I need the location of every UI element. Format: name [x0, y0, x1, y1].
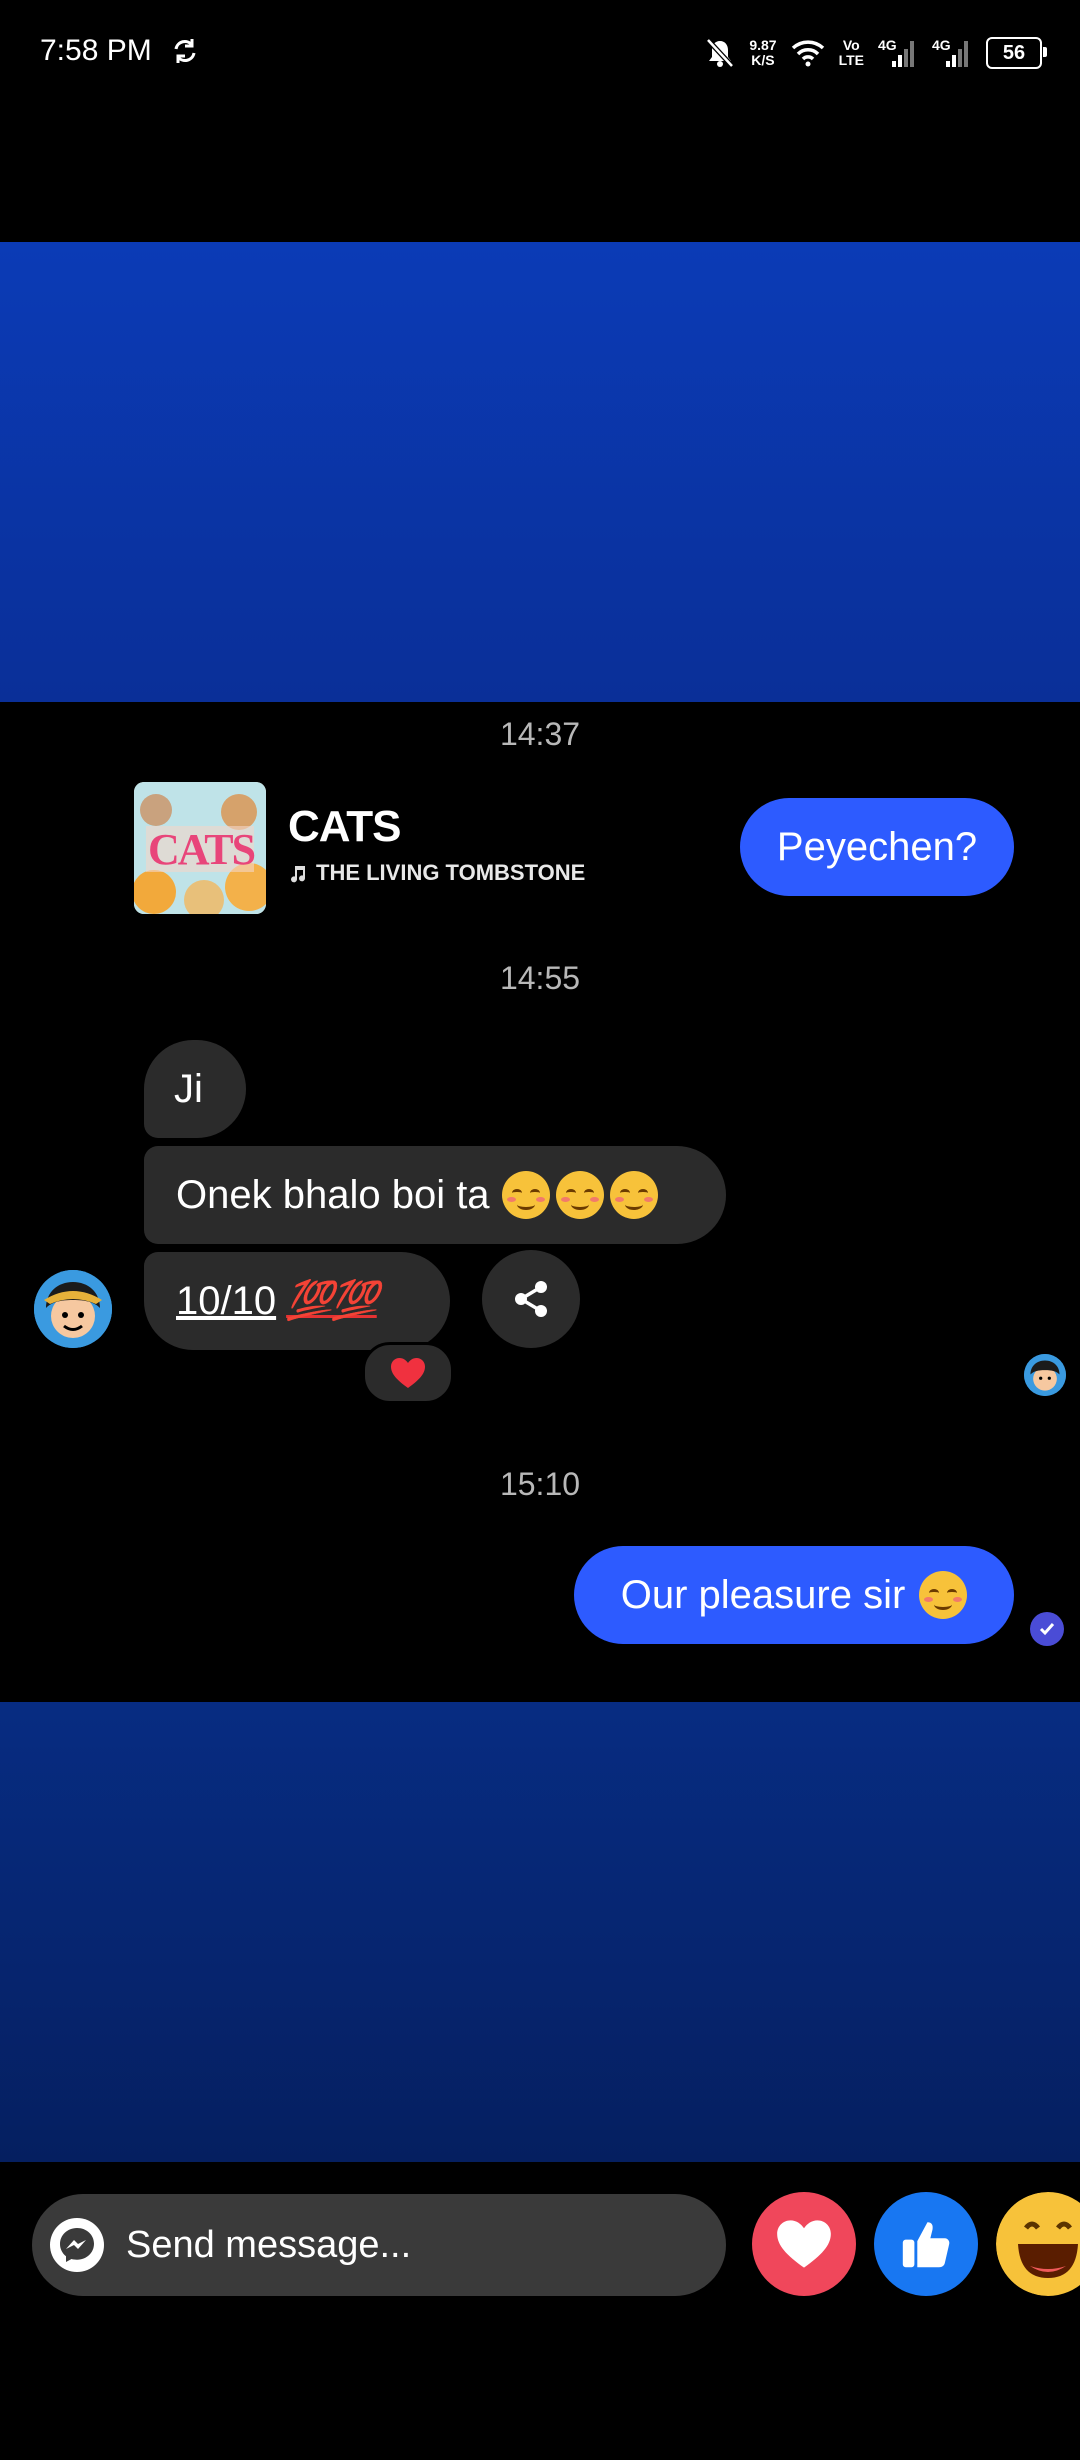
outgoing-message[interactable]: Peyechen? [740, 798, 1014, 896]
smiling-emoji-icon [501, 1171, 550, 1219]
composer-placeholder[interactable]: Send message... [126, 2224, 411, 2267]
signal-bars-icon [946, 41, 968, 67]
incoming-message[interactable]: 10/10 💯💯 [144, 1252, 450, 1350]
music-note-icon [291, 866, 306, 883]
sender-avatar[interactable] [34, 1270, 112, 1348]
album-art[interactable]: CATS [134, 782, 266, 914]
wifi-icon [791, 40, 824, 67]
signal-bars-icon [892, 41, 914, 67]
message-text: Peyechen? [776, 824, 978, 869]
heart-icon [777, 2220, 831, 2268]
messenger-logo-icon [60, 2228, 94, 2262]
signal-sim1: 4G [878, 37, 918, 69]
status-time: 7:58 PM [40, 34, 152, 67]
timestamp: 14:55 [499, 960, 581, 996]
message-link[interactable]: 10/10 [176, 1279, 276, 1324]
laughing-emoji-icon [996, 2192, 1080, 2296]
signal-sim2: 4G [932, 37, 972, 69]
speed-unit: K/S [751, 52, 775, 68]
sync-icon [174, 39, 196, 63]
emoji-button[interactable] [996, 2192, 1080, 2296]
like-button[interactable] [874, 2192, 978, 2296]
messenger-icon [50, 2218, 104, 2272]
heart-reaction-button[interactable] [752, 2192, 856, 2296]
song-artist-row: THE LIVING TOMBSTONE [288, 860, 585, 886]
avatar-image [34, 1270, 112, 1348]
message-text: Onek bhalo boi ta [176, 1172, 490, 1217]
heart-icon [391, 1358, 425, 1388]
volte-indicator: Vo LTE [839, 38, 864, 68]
smiling-emoji-icon [555, 1171, 604, 1219]
volte-bottom: LTE [838, 52, 864, 68]
song-title[interactable]: CATS [288, 802, 402, 852]
speed-value: 9.87 [749, 37, 777, 53]
timestamp: 15:10 [499, 1466, 581, 1502]
mute-bell-icon [706, 38, 735, 68]
reaction-badge[interactable] [362, 1342, 454, 1404]
delivered-check-icon [1030, 1612, 1064, 1646]
network-speed: 9.87 K/S [749, 38, 776, 68]
share-button[interactable] [482, 1250, 580, 1348]
battery-indicator: 56 [986, 37, 1047, 69]
smiling-emoji-icon [919, 1571, 968, 1619]
incoming-message[interactable]: Onek bhalo boi ta [144, 1146, 726, 1244]
hundred-emoji: 💯💯 [286, 1280, 379, 1322]
message-text: Ji [174, 1066, 203, 1111]
album-art-title: CATS [148, 825, 256, 874]
share-icon [515, 1281, 547, 1317]
check-mark-icon [1039, 1623, 1055, 1636]
avatar-image [1024, 1354, 1066, 1396]
smiling-emoji-icon [609, 1171, 658, 1219]
thumbs-up-icon [902, 2222, 950, 2268]
status-icons: 9.87 K/S Vo LTE 4G 4G 56 [705, 32, 1047, 74]
song-artist: THE LIVING TOMBSTONE [316, 860, 586, 885]
outgoing-message[interactable]: Our pleasure sir [574, 1546, 1014, 1644]
overlay-panel-top [0, 242, 1080, 702]
message-composer[interactable]: Send message... [32, 2194, 726, 2296]
incoming-message[interactable]: Ji [144, 1040, 246, 1138]
volte-top: Vo [842, 37, 860, 53]
timestamp: 14:37 [499, 716, 581, 752]
overlay-panel-bottom [0, 1702, 1080, 2162]
read-receipt-avatar [1024, 1354, 1066, 1396]
message-text: Our pleasure sir [620, 1572, 906, 1617]
